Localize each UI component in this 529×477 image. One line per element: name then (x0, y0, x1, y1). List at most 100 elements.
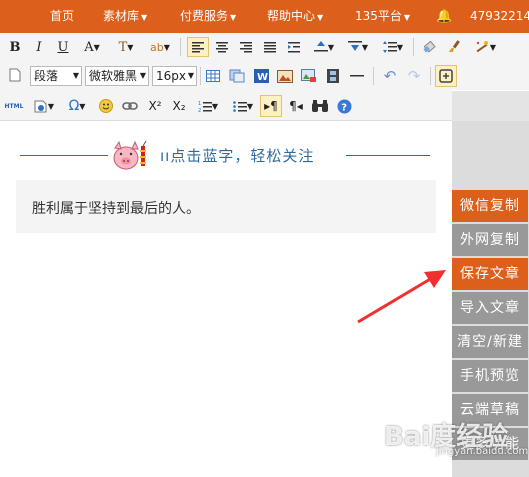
bg-color-button[interactable]: T ▼ (112, 37, 140, 57)
align-left-button[interactable] (187, 37, 209, 57)
paragraph-spacing-icon (347, 41, 362, 51)
format-brush-button[interactable]: ab ▼ (146, 37, 174, 57)
nav-platform-label: 135平台 (355, 9, 402, 23)
nav-help-label: 帮助中心 (267, 9, 316, 23)
insert-box-button[interactable] (435, 65, 457, 87)
image-button[interactable] (275, 66, 295, 86)
quote-block[interactable]: 胜利属于坚持到最后的人。 (16, 180, 436, 233)
ordered-list-button[interactable]: 1 2 ▼ (193, 96, 223, 116)
chevron-down-icon: ▼ (72, 71, 79, 80)
spacing-button[interactable]: ▼ (379, 37, 407, 57)
toolbar-row-2: 段落 ▼ 微软雅黑 ▼ 16px ▼ W ↶ ↷ (0, 61, 457, 91)
nav-paid[interactable]: 付费服务 ▼ (180, 0, 236, 33)
word-import-button[interactable]: W (251, 66, 271, 86)
external-copy-button[interactable]: 外网复制 (452, 224, 528, 256)
nav-help[interactable]: 帮助中心 ▼ (267, 0, 323, 33)
undo-button[interactable]: ↶ (380, 66, 400, 86)
svg-text:?: ? (341, 102, 347, 113)
font-size-select[interactable]: 16px ▼ (152, 66, 197, 86)
image-icon (277, 69, 293, 83)
chevron-down-icon: ▼ (79, 101, 86, 111)
paint-brush-icon (449, 40, 460, 52)
paragraph-select[interactable]: 段落 ▼ (30, 66, 82, 86)
document-icon (9, 68, 21, 82)
gallery-button[interactable] (299, 66, 319, 86)
special-char-button[interactable]: Ω ▼ (62, 96, 92, 116)
preview-button[interactable]: ▼ (30, 96, 58, 116)
banner-text: 点击蓝字，轻松关注 (170, 147, 315, 165)
chevron-down-icon: ▼ (489, 42, 497, 52)
align-center-button[interactable] (213, 37, 231, 57)
unordered-list-button[interactable]: ▼ (228, 96, 258, 116)
justify-button[interactable] (261, 37, 279, 57)
save-article-button[interactable]: 保存文章 (452, 258, 528, 290)
nav-materials-label: 素材库 (103, 9, 140, 23)
separator (373, 67, 374, 85)
redo-button[interactable]: ↷ (404, 66, 424, 86)
chevron-down-icon: ▼ (361, 42, 369, 52)
bold-button[interactable]: B (6, 37, 24, 57)
svg-text:1: 1 (198, 101, 201, 107)
magic-button[interactable]: ▼ (470, 37, 500, 57)
paragraph-select-value: 段落 (34, 69, 59, 83)
chevron-down-icon: ▼ (211, 101, 219, 111)
horizontal-rule-button[interactable] (347, 66, 367, 86)
ltr-direction-icon: ▸¶ (264, 99, 278, 113)
video-button[interactable] (323, 66, 343, 86)
underline-button[interactable]: U (54, 37, 72, 57)
superscript-button[interactable]: X² (144, 96, 166, 116)
help-button[interactable]: ? (334, 96, 354, 116)
line-height-icon (313, 41, 328, 52)
align-center-icon (216, 41, 228, 52)
font-family-select[interactable]: 微软雅黑 ▼ (85, 66, 149, 86)
nav-materials[interactable]: 素材库 ▼ (103, 0, 147, 33)
baidu-watermark-url: jingyan.baidu.com (436, 446, 529, 457)
emoji-button[interactable] (96, 96, 116, 116)
redo-icon: ↷ (407, 67, 421, 85)
italic-button[interactable]: I (30, 37, 48, 57)
wechat-copy-button[interactable]: 微信复制 (452, 190, 528, 222)
clear-new-button[interactable]: 清空/新建 (452, 326, 528, 358)
chevron-down-icon: ▼ (163, 42, 170, 52)
nav-home[interactable]: 首页 (50, 0, 74, 33)
subscript-button[interactable]: X₂ (168, 96, 190, 116)
align-left-icon (192, 41, 204, 52)
paragraph-spacing-button[interactable]: ▼ (343, 37, 373, 57)
new-document-button[interactable] (6, 65, 24, 85)
chevron-down-icon: ▼ (93, 42, 100, 52)
nav-platform[interactable]: 135平台 ▼ (355, 0, 410, 33)
body-text: 胜利属于坚持到最后的人。 (32, 201, 200, 217)
align-right-icon (240, 41, 252, 52)
spacing-icon (382, 41, 397, 53)
preview-icon (34, 100, 47, 112)
find-button[interactable] (310, 96, 330, 116)
table-button[interactable] (203, 66, 223, 86)
chevron-down-icon: ▼ (127, 42, 134, 52)
mobile-preview-button[interactable]: 手机预览 (452, 360, 528, 392)
rtl-direction-button[interactable]: ¶◂ (286, 96, 306, 116)
align-right-button[interactable] (237, 37, 255, 57)
user-id[interactable]: 479322146 (470, 0, 529, 33)
chevron-down-icon: ▼ (403, 13, 411, 22)
chevron-down-icon: ▼ (230, 13, 237, 22)
bell-icon[interactable]: 🔔 (436, 0, 452, 33)
unordered-list-icon (233, 100, 247, 112)
import-article-button[interactable]: 导入文章 (452, 292, 528, 324)
ordered-list-icon: 12 (198, 101, 212, 113)
ltr-direction-button[interactable]: ▸¶ (260, 95, 282, 117)
link-button[interactable] (120, 96, 140, 116)
rtl-direction-icon: ¶◂ (289, 99, 303, 113)
html-source-button[interactable]: HTML (3, 96, 25, 116)
indent-button[interactable] (285, 37, 303, 57)
template-button[interactable] (227, 66, 247, 86)
format-painter-button[interactable] (444, 37, 466, 57)
toolbar-extension-2 (452, 91, 529, 121)
horizontal-rule-icon (350, 75, 364, 77)
chevron-down-icon: ▼ (246, 101, 254, 111)
separator (180, 38, 181, 56)
font-family-value: 微软雅黑 (89, 69, 138, 83)
font-color-button[interactable]: A ▼ (78, 37, 106, 57)
eraser-button[interactable] (419, 37, 441, 57)
film-icon (327, 69, 339, 83)
line-height-button[interactable]: ▼ (309, 37, 339, 57)
